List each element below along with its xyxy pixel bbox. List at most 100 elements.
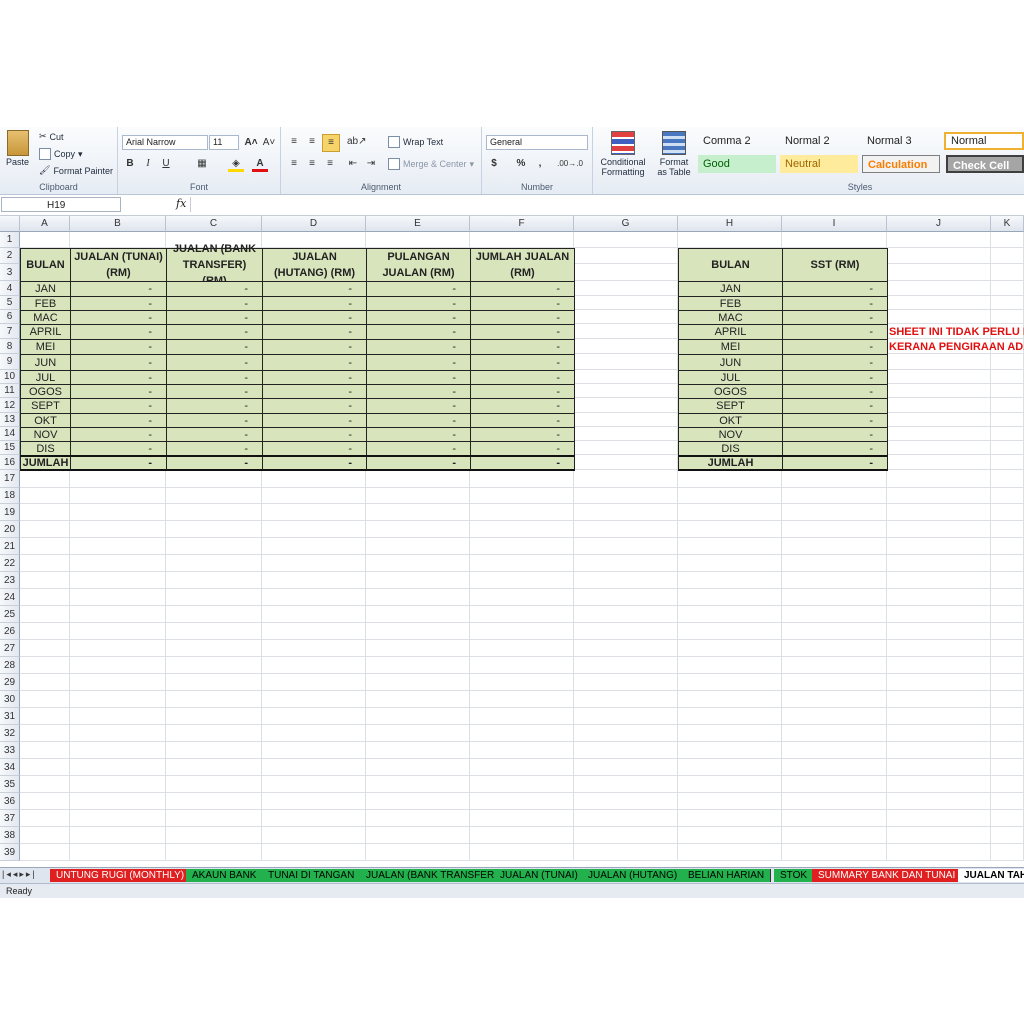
row-header-4[interactable]: 4 [0,281,20,296]
column-header-a[interactable]: A [20,216,70,232]
column-header-j[interactable]: J [887,216,991,232]
sheet-tab[interactable]: TUNAI DI TANGAN [262,869,362,882]
merge-center-button[interactable]: Merge & Center ▾ [388,158,474,170]
row-header-6[interactable]: 6 [0,310,20,324]
row-header-18[interactable]: 18 [0,488,20,504]
row-header-24[interactable]: 24 [0,589,20,606]
worksheet-grid[interactable]: A B C D E F G H I J K 1 2 3 4 5 6 7 8 9 10 11 12 13 14 15 16 17 18 19… [0,216,1024,868]
orientation-icon[interactable]: ab↗ [347,134,367,150]
align-middle-icon[interactable]: ≡ [304,134,320,150]
column-header-i[interactable]: I [782,216,887,232]
column-header-f[interactable]: F [470,216,574,232]
align-right-icon[interactable]: ≡ [322,156,338,172]
decrease-indent-icon[interactable]: ⇤ [345,156,361,172]
row-header-12[interactable]: 12 [0,398,20,413]
comma-button[interactable]: , [532,156,548,172]
column-header-h[interactable]: H [678,216,782,232]
column-header-e[interactable]: E [366,216,470,232]
shrink-font-icon[interactable]: A˅ [261,135,277,151]
column-header-k[interactable]: K [991,216,1024,232]
decimal-buttons[interactable]: .00→.0 [556,156,584,172]
row-header-39[interactable]: 39 [0,844,20,861]
wrap-text-button[interactable]: Wrap Text [388,136,443,148]
row-header-26[interactable]: 26 [0,623,20,640]
font-size-select[interactable]: 11 [209,135,239,150]
row-header-23[interactable]: 23 [0,572,20,589]
column-header-c[interactable]: C [166,216,262,232]
row-header-27[interactable]: 27 [0,640,20,657]
row-header-38[interactable]: 38 [0,827,20,844]
style-neutral[interactable]: Neutral [780,155,858,173]
sheet-tab[interactable]: JUALAN (HUTANG) [582,869,685,882]
style-normal2[interactable]: Normal 2 [780,132,860,150]
style-check-cell[interactable]: Check Cell [946,155,1024,173]
copy-button[interactable]: Copy ▾ [39,148,83,160]
style-calculation[interactable]: Calculation [862,155,940,173]
sheet-tab[interactable]: JUALAN (BANK TRANSFER) [360,869,505,882]
row-header-15[interactable]: 15 [0,441,20,455]
column-header-d[interactable]: D [262,216,366,232]
sheet-tab[interactable]: JUALAN TAH [958,869,1024,882]
borders-icon[interactable]: ▦ [194,156,210,172]
row-header-5[interactable]: 5 [0,296,20,310]
row-header-37[interactable]: 37 [0,810,20,827]
select-all-corner[interactable] [0,216,20,232]
row-header-17[interactable]: 17 [0,470,20,488]
row-header-9[interactable]: 9 [0,354,20,370]
row-header-31[interactable]: 31 [0,708,20,725]
row-header-29[interactable]: 29 [0,674,20,691]
row-header-21[interactable]: 21 [0,538,20,555]
row-header-16[interactable]: 16 [0,455,20,470]
align-top-icon[interactable]: ≡ [286,134,302,150]
currency-button[interactable]: $ [486,156,502,172]
row-header-28[interactable]: 28 [0,657,20,674]
row-header-20[interactable]: 20 [0,521,20,538]
sheet-tab[interactable]: UNTUNG RUGI (MONTHLY) [50,869,192,882]
row-header-32[interactable]: 32 [0,725,20,742]
grow-font-icon[interactable]: A˄ [243,135,259,151]
sheet-tab[interactable]: JUALAN (TUNAI) [494,869,585,882]
number-format-select[interactable]: General [486,135,588,150]
row-header-14[interactable]: 14 [0,427,20,441]
row-header-35[interactable]: 35 [0,776,20,793]
sheet-tab[interactable]: BELIAN HARIAN [682,869,772,882]
underline-button[interactable]: U [158,156,174,172]
row-header-13[interactable]: 13 [0,413,20,427]
row-header-3[interactable]: 3 [0,264,20,281]
formula-input[interactable] [190,197,1024,212]
increase-indent-icon[interactable]: ⇥ [363,156,379,172]
fill-color-icon[interactable]: ◈ [228,156,244,172]
format-as-table-button[interactable]: Format as Table [654,131,694,177]
paste-button[interactable]: Paste [6,130,29,167]
format-painter-button[interactable]: 🖌 Format Painter [39,165,113,176]
row-header-33[interactable]: 33 [0,742,20,759]
style-normal3[interactable]: Normal 3 [862,132,942,150]
italic-button[interactable]: I [140,156,156,172]
font-name-select[interactable]: Arial Narrow [122,135,208,150]
row-header-10[interactable]: 10 [0,370,20,384]
row-header-25[interactable]: 25 [0,606,20,623]
row-header-2[interactable]: 2 [0,248,20,264]
sheet-tab[interactable]: SUMMARY BANK DAN TUNAI [812,869,963,882]
row-header-36[interactable]: 36 [0,793,20,810]
fx-icon[interactable]: fx [176,197,186,210]
cut-button[interactable]: ✂ Cut [39,131,64,142]
column-header-g[interactable]: G [574,216,678,232]
row-header-34[interactable]: 34 [0,759,20,776]
align-center-icon[interactable]: ≡ [304,156,320,172]
tab-scroll-arrows-icon[interactable]: |◂◂▸▸| [2,869,37,880]
sheet-tab[interactable]: STOK [774,869,815,882]
percent-button[interactable]: % [513,156,529,172]
row-header-22[interactable]: 22 [0,555,20,572]
row-header-8[interactable]: 8 [0,339,20,354]
name-box[interactable]: H19 [1,197,121,212]
row-header-1[interactable]: 1 [0,232,20,248]
sheet-tab[interactable]: AKAUN BANK [186,869,264,882]
column-header-b[interactable]: B [70,216,166,232]
row-header-7[interactable]: 7 [0,324,20,339]
style-normal[interactable]: Normal [944,132,1024,150]
row-header-19[interactable]: 19 [0,504,20,521]
align-bottom-icon[interactable]: ≡ [322,134,340,152]
style-comma2[interactable]: Comma 2 [698,132,778,150]
font-color-icon[interactable]: A [252,156,268,172]
